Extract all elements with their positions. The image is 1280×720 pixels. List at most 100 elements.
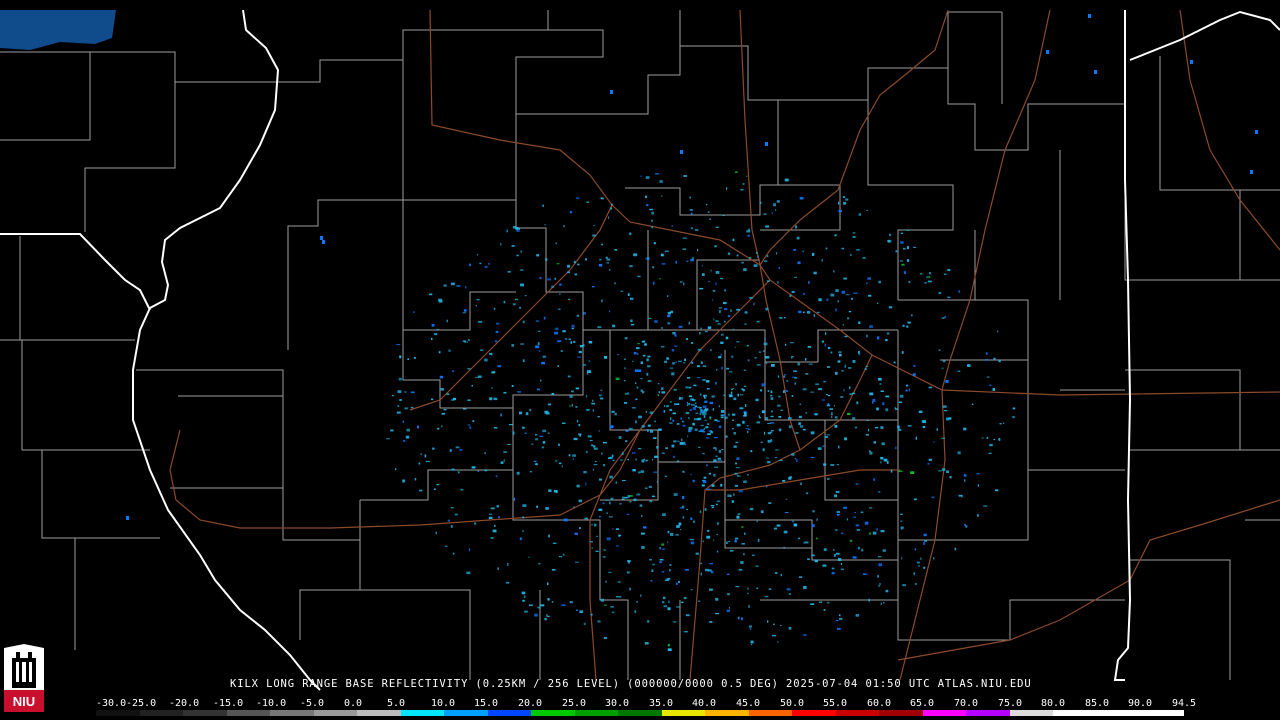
echo-pixel — [834, 416, 838, 419]
legend-label: 60.0 — [867, 698, 892, 709]
echo-pixel — [691, 361, 693, 364]
echo-pixel — [794, 382, 796, 385]
echo-pixel — [885, 408, 889, 412]
echo-pixel — [629, 232, 632, 236]
echo-pixel — [730, 391, 733, 394]
echo-pixel — [707, 569, 712, 572]
echo-pixel — [988, 452, 992, 454]
echo-pixel — [678, 396, 681, 400]
echo-pixel — [810, 391, 815, 393]
echo-pixel — [557, 340, 562, 343]
echo-pixel — [765, 457, 770, 459]
echo-pixel — [691, 342, 694, 344]
echo-pixel — [709, 218, 711, 220]
echo-pixel — [789, 294, 792, 297]
echo-pixel — [643, 526, 647, 529]
echo-pixel — [729, 371, 733, 373]
echo-pixel — [576, 197, 580, 200]
echo-pixel — [639, 504, 643, 507]
echo-pixel — [872, 531, 877, 535]
echo-pixel — [727, 541, 731, 543]
echo-pixel — [707, 388, 709, 390]
echo-pixel — [798, 576, 803, 578]
echo-pixel — [764, 338, 766, 340]
echo-pixel — [1250, 170, 1253, 174]
echo-pixel — [921, 420, 925, 423]
echo-pixel — [835, 529, 838, 531]
echo-pixel — [881, 442, 885, 446]
legend-label: -20.0 — [169, 698, 200, 709]
echo-pixel — [927, 462, 930, 465]
echo-pixel — [981, 437, 984, 439]
echo-pixel — [701, 265, 703, 267]
echo-pixel — [578, 424, 581, 427]
echo-pixel — [704, 408, 709, 411]
echo-pixel — [831, 416, 833, 418]
echo-pixel — [547, 615, 550, 618]
echo-pixel — [736, 341, 740, 343]
echo-pixel — [681, 496, 685, 499]
echo-pixel — [391, 394, 394, 397]
echo-pixel — [868, 598, 870, 602]
colorbar-segment — [1096, 710, 1141, 716]
echo-pixel — [699, 332, 701, 335]
echo-pixel — [865, 433, 869, 436]
echo-pixel — [671, 225, 673, 227]
echo-pixel — [710, 505, 715, 507]
echo-pixel — [843, 201, 847, 205]
echo-pixel — [804, 541, 809, 544]
echo-pixel — [638, 448, 642, 450]
echo-pixel — [716, 550, 719, 553]
echo-pixel — [688, 417, 690, 420]
echo-pixel — [721, 448, 724, 450]
echo-pixel — [726, 187, 728, 190]
echo-pixel — [707, 211, 710, 213]
echo-pixel — [702, 379, 706, 381]
echo-pixel — [873, 441, 876, 444]
echo-pixel — [841, 290, 846, 294]
echo-pixel — [825, 247, 828, 250]
echo-pixel — [856, 529, 861, 531]
echo-pixel — [589, 439, 593, 441]
echo-pixel — [796, 459, 798, 462]
echo-pixel — [661, 195, 663, 197]
echo-pixel — [579, 610, 583, 614]
echo-pixel — [803, 293, 805, 295]
echo-pixel — [709, 563, 714, 565]
echo-pixel — [773, 527, 777, 530]
echo-pixel — [542, 441, 546, 444]
echo-pixel — [858, 354, 861, 356]
echo-pixel — [443, 284, 447, 287]
echo-pixel — [647, 355, 651, 358]
echo-pixel — [827, 395, 831, 397]
echo-pixel — [396, 344, 401, 346]
echo-pixel — [725, 336, 729, 340]
echo-pixel — [585, 394, 588, 398]
echo-pixel — [711, 484, 715, 487]
echo-pixel — [775, 572, 778, 574]
echo-pixel — [600, 598, 604, 602]
echo-pixel — [740, 561, 744, 564]
echo-pixel — [774, 456, 778, 459]
echo-pixel — [880, 602, 882, 605]
echo-pixel — [519, 537, 522, 541]
echo-pixel — [567, 271, 570, 274]
echo-pixel — [467, 424, 471, 426]
echo-pixel — [586, 450, 588, 454]
echo-pixel — [608, 216, 610, 219]
echo-pixel — [783, 375, 786, 378]
echo-pixel — [617, 354, 620, 356]
echo-pixel — [733, 493, 735, 496]
echo-pixel — [703, 427, 706, 430]
echo-pixel — [821, 399, 825, 401]
echo-pixel — [707, 326, 711, 330]
echo-pixel — [732, 428, 734, 430]
echo-pixel — [765, 417, 769, 420]
echo-pixel — [819, 601, 823, 603]
echo-pixel — [597, 326, 602, 329]
echo-pixel — [815, 383, 819, 386]
echo-pixel — [766, 280, 770, 282]
echo-pixel — [652, 458, 653, 461]
echo-pixel — [608, 571, 612, 573]
echo-pixel — [703, 476, 707, 479]
